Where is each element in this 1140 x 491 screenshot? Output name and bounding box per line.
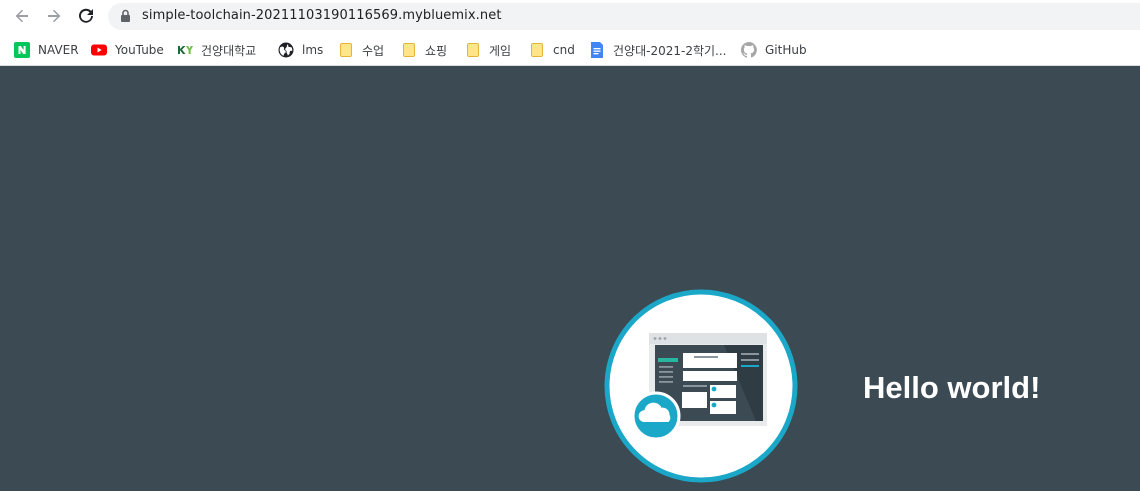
folder-icon: [529, 42, 545, 58]
url-text: simple-toolchain-20211103190116569.myblu…: [142, 8, 502, 23]
browser-toolbar: simple-toolchain-20211103190116569.myblu…: [0, 0, 1140, 33]
bookmark-github[interactable]: GitHub: [740, 38, 807, 62]
reload-button[interactable]: [73, 4, 99, 28]
google-docs-icon: [589, 42, 605, 58]
bookmark-konyang[interactable]: 건양대학교: [177, 38, 256, 62]
lock-icon: [121, 9, 130, 22]
bookmark-folder-class[interactable]: 수업: [338, 38, 384, 62]
arrow-right-icon: [48, 9, 61, 23]
folder-icon: [338, 42, 354, 58]
folder-icon: [465, 42, 481, 58]
hello-heading: Hello world!: [863, 370, 1041, 405]
bookmark-lms[interactable]: lms: [278, 38, 323, 62]
forward-button[interactable]: [41, 4, 67, 28]
app-illustration: [604, 289, 798, 483]
back-button[interactable]: [9, 4, 35, 28]
globe-icon: [278, 42, 294, 58]
bookmarks-bar: NAVER YouTube 건양대학교 lms 수업 쇼핑 게임 cnd 건양대…: [0, 33, 1140, 66]
konyang-icon: [177, 42, 193, 58]
bookmark-google-doc[interactable]: 건양대-2021-2학기...: [589, 38, 726, 62]
bookmark-naver[interactable]: NAVER: [14, 38, 79, 62]
reload-icon: [79, 8, 93, 23]
bookmark-folder-cnd[interactable]: cnd: [529, 38, 575, 62]
github-icon: [740, 42, 757, 58]
arrow-left-icon: [15, 9, 28, 23]
bookmark-youtube[interactable]: YouTube: [91, 38, 164, 62]
naver-icon: [14, 42, 30, 58]
bookmark-folder-shopping[interactable]: 쇼핑: [401, 38, 447, 62]
folder-icon: [401, 42, 417, 58]
address-bar[interactable]: simple-toolchain-20211103190116569.myblu…: [108, 3, 1140, 30]
bookmark-folder-game[interactable]: 게임: [465, 38, 511, 62]
youtube-icon: [91, 42, 107, 58]
